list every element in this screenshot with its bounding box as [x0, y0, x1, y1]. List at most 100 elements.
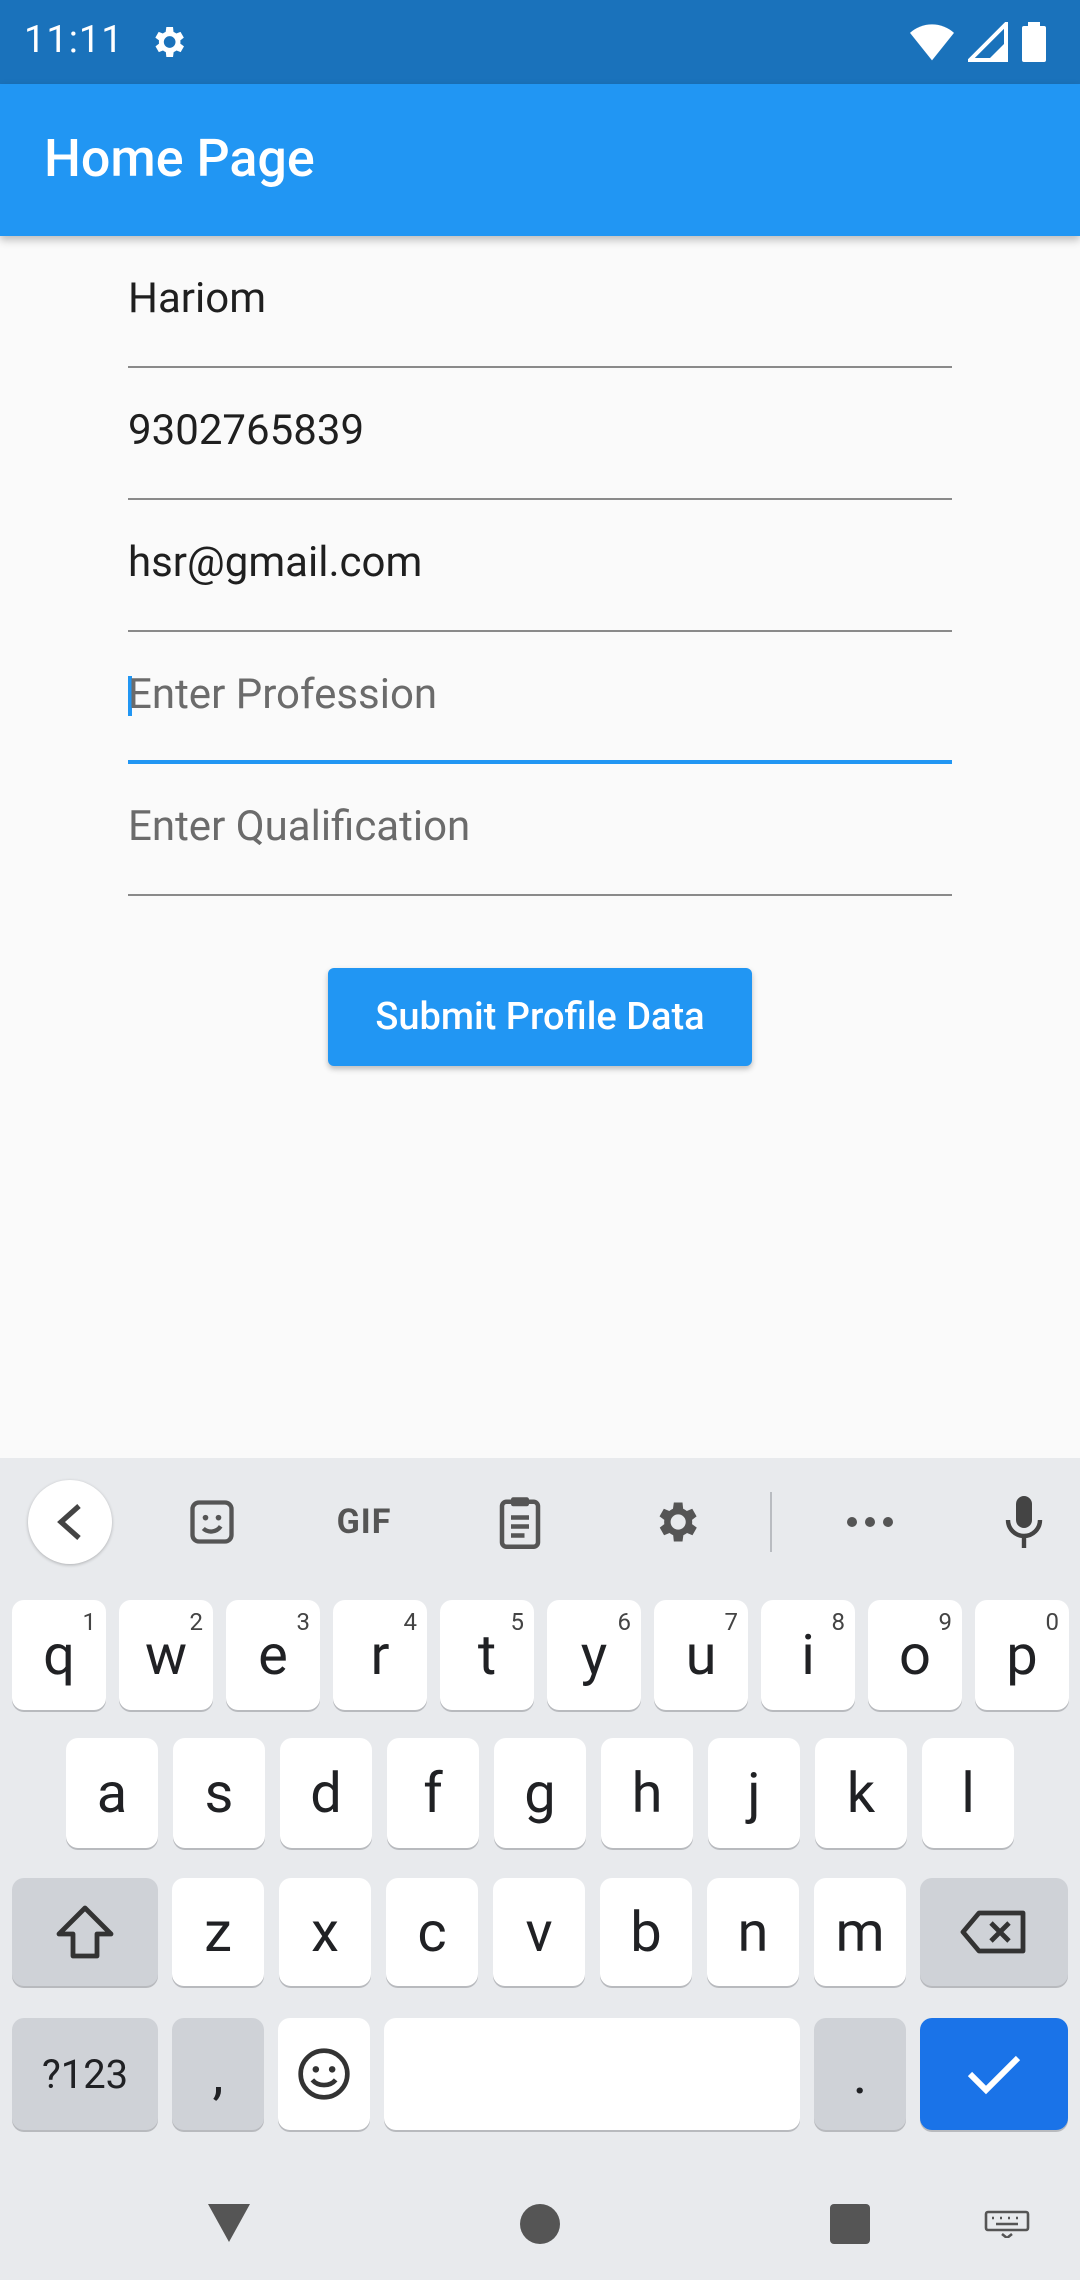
wifi-icon	[910, 24, 954, 61]
enter-key[interactable]	[920, 2018, 1068, 2130]
more-horizontal-icon	[847, 1517, 893, 1527]
key-q[interactable]: q1	[12, 1600, 106, 1710]
key-number-hint: 0	[1045, 1608, 1060, 1636]
key-label: f	[423, 1760, 443, 1826]
space-key[interactable]	[384, 2018, 800, 2130]
key-number-hint: 1	[82, 1608, 97, 1636]
key-i[interactable]: i8	[761, 1600, 855, 1710]
field-underline	[128, 894, 952, 896]
key-v[interactable]: v	[493, 1878, 585, 1986]
key-label: g	[524, 1760, 556, 1826]
sticker-button[interactable]	[172, 1482, 252, 1562]
key-label: p	[1006, 1622, 1038, 1688]
app-bar: Home Page	[0, 84, 1080, 236]
keyboard-back-button[interactable]	[28, 1480, 112, 1564]
key-label: n	[737, 1899, 769, 1965]
qualification-field[interactable]: Enter Qualification	[128, 764, 952, 896]
key-c[interactable]: c	[386, 1878, 478, 1986]
name-field[interactable]: Hariom	[128, 236, 952, 368]
back-triangle-icon[interactable]	[204, 2200, 254, 2246]
key-k[interactable]: k	[815, 1738, 907, 1848]
key-label: q	[43, 1622, 75, 1688]
comma-key[interactable]: ,	[172, 2018, 264, 2130]
key-label: o	[899, 1622, 931, 1688]
email-field[interactable]: hsr@gmail.com	[128, 500, 952, 632]
toolbar-divider	[770, 1492, 772, 1552]
profession-field[interactable]: Enter Profession	[128, 632, 952, 764]
gear-icon	[659, 1502, 697, 1542]
key-label: w	[144, 1622, 188, 1688]
key-o[interactable]: o9	[868, 1600, 962, 1710]
key-label: y	[580, 1622, 608, 1688]
key-r[interactable]: r4	[333, 1600, 427, 1710]
key-label: u	[685, 1622, 717, 1688]
key-e[interactable]: e3	[226, 1600, 320, 1710]
key-label: a	[96, 1760, 128, 1826]
clipboard-button[interactable]	[480, 1482, 560, 1562]
symbols-key[interactable]: ?123	[12, 2018, 158, 2130]
keyboard-settings-button[interactable]	[636, 1482, 716, 1562]
system-nav-bar	[0, 2168, 1080, 2280]
key-number-hint: 7	[724, 1608, 739, 1636]
key-number-hint: 8	[831, 1608, 846, 1636]
key-w[interactable]: w2	[119, 1600, 213, 1710]
keyboard-switch-icon[interactable]	[984, 2210, 1030, 2238]
key-b[interactable]: b	[600, 1878, 692, 1986]
key-d[interactable]: d	[280, 1738, 372, 1848]
submit-profile-button[interactable]: Submit Profile Data	[328, 968, 752, 1066]
period-label: .	[852, 2041, 868, 2107]
emoji-key[interactable]	[278, 2018, 370, 2130]
home-circle-icon[interactable]	[518, 2202, 562, 2246]
key-number-hint: 9	[938, 1608, 953, 1636]
key-label: r	[370, 1622, 390, 1688]
name-value: Hariom	[128, 274, 267, 323]
sticker-icon	[190, 1500, 234, 1544]
shift-key[interactable]	[12, 1878, 158, 1986]
key-p[interactable]: p0	[975, 1600, 1069, 1710]
gif-button[interactable]: GIF	[324, 1482, 404, 1562]
key-y[interactable]: y6	[547, 1600, 641, 1710]
key-m[interactable]: m	[814, 1878, 906, 1986]
key-label: k	[846, 1760, 876, 1826]
key-z[interactable]: z	[172, 1878, 264, 1986]
key-f[interactable]: f	[387, 1738, 479, 1848]
key-h[interactable]: h	[601, 1738, 693, 1848]
checkmark-icon	[967, 2055, 1021, 2095]
phone-field[interactable]: 9302765839	[128, 368, 952, 500]
key-t[interactable]: t5	[440, 1600, 534, 1710]
shift-arrow-icon	[56, 1905, 114, 1959]
key-number-hint: 4	[403, 1608, 418, 1636]
voice-input-button[interactable]	[984, 1482, 1064, 1562]
key-label: x	[311, 1899, 339, 1965]
status-icons	[910, 22, 1046, 62]
key-n[interactable]: n	[707, 1878, 799, 1986]
key-label: d	[310, 1760, 342, 1826]
key-label: i	[801, 1622, 815, 1688]
recents-square-icon[interactable]	[828, 2202, 872, 2246]
key-s[interactable]: s	[173, 1738, 265, 1848]
key-label: b	[630, 1899, 662, 1965]
backspace-icon	[960, 1910, 1026, 1954]
backspace-key[interactable]	[920, 1878, 1068, 1986]
key-label: c	[417, 1899, 447, 1965]
key-x[interactable]: x	[279, 1878, 371, 1986]
key-l[interactable]: l	[922, 1738, 1014, 1848]
soft-keyboard: GIF q1w2e3r4t 5 y 6 u 7 i 8 o 9 p 0 a s …	[0, 1458, 1080, 2280]
key-label: s	[204, 1760, 234, 1826]
key-a[interactable]: a	[66, 1738, 158, 1848]
key-number-hint: 2	[189, 1608, 204, 1636]
key-label: h	[631, 1760, 663, 1826]
page-title: Home Page	[44, 128, 315, 189]
gif-label: GIF	[336, 1502, 392, 1542]
key-number-hint: 5	[510, 1608, 525, 1636]
period-key[interactable]: .	[814, 2018, 906, 2130]
key-u[interactable]: u7	[654, 1600, 748, 1710]
key-number-hint: 3	[296, 1608, 311, 1636]
status-bar: 11:11	[0, 0, 1080, 84]
key-g[interactable]: g	[494, 1738, 586, 1848]
profile-form: Hariom 9302765839 hsr@gmail.com Enter Pr…	[128, 236, 952, 896]
chevron-left-icon	[57, 1504, 81, 1540]
more-options-button[interactable]	[830, 1482, 910, 1562]
key-j[interactable]: j	[708, 1738, 800, 1848]
key-label: z	[204, 1899, 232, 1965]
